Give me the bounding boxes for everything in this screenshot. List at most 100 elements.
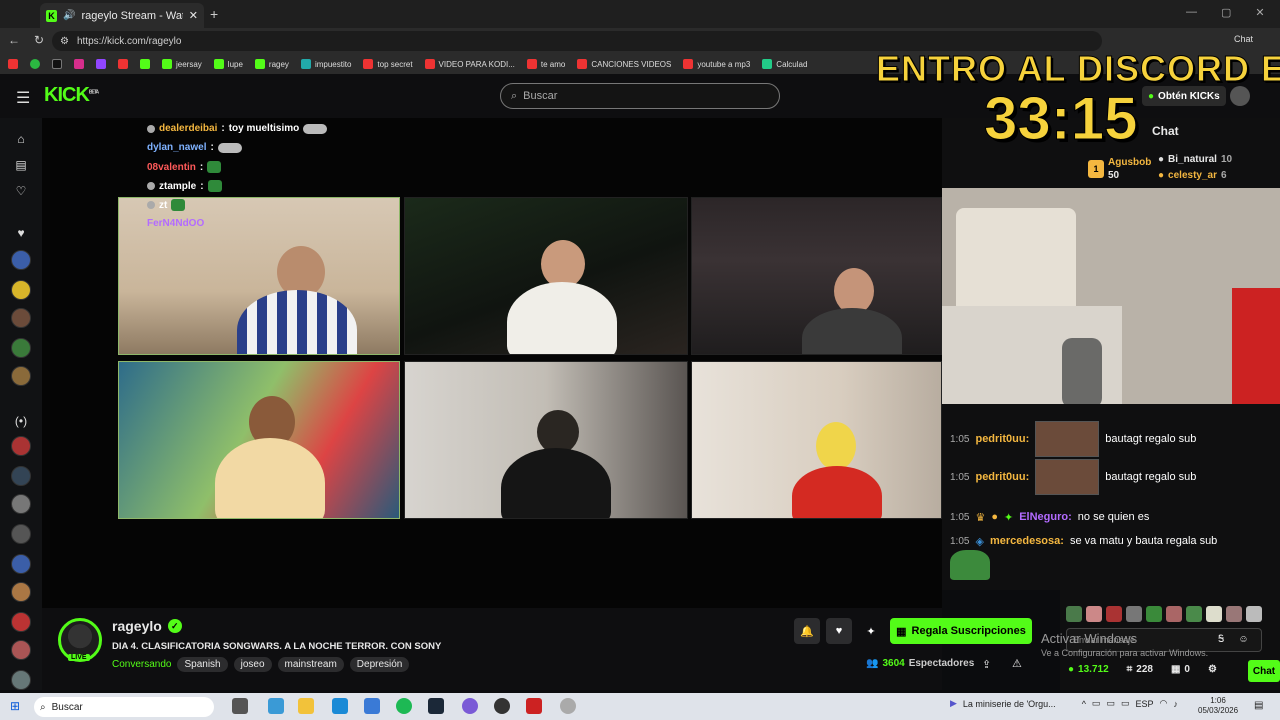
twitch-bookmark-icon[interactable]: [96, 59, 106, 69]
bookmark-item[interactable]: top secret: [363, 59, 413, 69]
edge-copilot-icon[interactable]: [268, 698, 284, 714]
bookmark-item[interactable]: te amo: [526, 59, 565, 69]
gifts-count[interactable]: ▦ 0: [1171, 664, 1190, 675]
emoji-icon[interactable]: ☺: [1238, 634, 1248, 645]
followed-channel-avatar[interactable]: [11, 308, 31, 328]
tray-icon[interactable]: ▭: [1106, 698, 1115, 709]
bookmark-item[interactable]: Calculad: [762, 59, 807, 69]
tag-chip[interactable]: joseo: [233, 657, 272, 672]
kick-logo[interactable]: KICKBETA: [44, 84, 99, 107]
instagram-bookmark-icon[interactable]: [74, 59, 84, 69]
tray-icon[interactable]: ▭: [1121, 698, 1130, 709]
volume-icon[interactable]: ♪: [1173, 699, 1178, 709]
recommended-channel-avatar[interactable]: [11, 494, 31, 514]
nav-buttons[interactable]: ← ↻: [8, 33, 44, 47]
followed-channel-avatar[interactable]: [11, 280, 31, 300]
followed-channel-avatar[interactable]: [11, 250, 31, 270]
notification-bell-icon[interactable]: 🔔: [794, 618, 820, 644]
app-icon[interactable]: [526, 698, 542, 714]
clock[interactable]: 1:06 05/03/2026: [1198, 696, 1238, 716]
category-link[interactable]: Conversando: [112, 659, 171, 670]
menu-icon[interactable]: ☰: [16, 88, 30, 108]
settings-icon[interactable]: ⚙: [1208, 664, 1217, 675]
speaker-icon[interactable]: 🔊: [63, 10, 75, 21]
send-chat-button[interactable]: Chat: [1248, 660, 1280, 682]
top-gifter[interactable]: ● celesty_ar 6: [1158, 170, 1227, 181]
x-bookmark-icon[interactable]: [52, 59, 62, 69]
youtube-bookmark-icon[interactable]: [8, 59, 18, 69]
bookmark-item[interactable]: youtube a mp3: [683, 59, 750, 69]
follow-heart-icon[interactable]: ♥: [826, 618, 852, 644]
back-icon[interactable]: ←: [8, 33, 20, 47]
kick-bookmark-icon[interactable]: [140, 59, 150, 69]
emote-icon[interactable]: [1066, 606, 1082, 622]
recommended-channel-avatar[interactable]: [11, 670, 31, 690]
emote-icon[interactable]: [1146, 606, 1162, 622]
translate-icon[interactable]: Ꭶ: [1218, 634, 1224, 645]
browse-icon[interactable]: ▤: [12, 156, 30, 174]
tray-icon[interactable]: ▭: [1092, 698, 1101, 709]
recommended-channel-avatar[interactable]: [11, 466, 31, 486]
recommended-channel-avatar[interactable]: [11, 612, 31, 632]
recommended-channel-avatar[interactable]: [11, 436, 31, 456]
bookmark-item[interactable]: lupe: [213, 59, 243, 69]
emote-icon[interactable]: [1086, 606, 1102, 622]
emote-icon[interactable]: [1166, 606, 1182, 622]
bookmark-item[interactable]: impuestito: [300, 59, 351, 69]
emote-icon[interactable]: [1246, 606, 1262, 622]
recommended-channel-avatar[interactable]: [11, 640, 31, 660]
edge-icon[interactable]: [332, 698, 348, 714]
browser-tab[interactable]: K 🔊 rageylo Stream - Watch Live o ✕: [40, 3, 204, 28]
recommended-channel-avatar[interactable]: [11, 554, 31, 574]
tag-chip[interactable]: Depresión: [349, 657, 410, 672]
sparkle-icon[interactable]: ✦: [858, 618, 884, 644]
gift-subs-button[interactable]: ▦ Regala Suscripciones: [890, 618, 1032, 644]
following-icon[interactable]: ♡: [12, 182, 30, 200]
reload-icon[interactable]: ↻: [34, 33, 44, 47]
app-icon[interactable]: [462, 698, 478, 714]
bookmark-item[interactable]: jeersay: [162, 59, 202, 69]
spotify-icon[interactable]: [396, 698, 412, 714]
bookmark-item[interactable]: VIDEO PARA KODI...: [424, 59, 515, 69]
report-icon[interactable]: ⚠: [1012, 657, 1022, 670]
followed-channel-avatar[interactable]: [11, 338, 31, 358]
new-tab-icon[interactable]: +: [210, 6, 218, 22]
file-explorer-icon[interactable]: [298, 698, 314, 714]
windows-start-icon[interactable]: ⊞: [10, 699, 20, 713]
share-icon[interactable]: ⇪: [982, 658, 991, 671]
followed-channel-avatar[interactable]: [11, 366, 31, 386]
app-icon[interactable]: [560, 698, 576, 714]
emote-icon[interactable]: [1126, 606, 1142, 622]
bookmark-item[interactable]: CANCIONES VIDEOS: [577, 59, 671, 69]
recommended-channel-avatar[interactable]: [11, 582, 31, 602]
kicks-balance[interactable]: ● 13.712: [1068, 664, 1109, 675]
tab-close-icon[interactable]: ✕: [189, 9, 198, 22]
wifi-icon[interactable]: ◠: [1159, 698, 1167, 709]
search-input[interactable]: ⌕ Buscar: [500, 83, 780, 109]
site-info-icon[interactable]: ⚙: [60, 36, 69, 47]
home-icon[interactable]: ⌂: [12, 130, 30, 148]
whatsapp-bookmark-icon[interactable]: [30, 59, 40, 69]
obs-icon[interactable]: [494, 698, 510, 714]
task-view-icon[interactable]: [232, 698, 248, 714]
tag-chip[interactable]: mainstream: [277, 657, 344, 672]
news-icon[interactable]: ▶: [950, 698, 957, 709]
emote-icon[interactable]: [1106, 606, 1122, 622]
pinterest-bookmark-icon[interactable]: [118, 59, 128, 69]
profile-chat-label[interactable]: Chat: [1234, 34, 1253, 44]
emote-icon[interactable]: [1186, 606, 1202, 622]
bookmark-item[interactable]: ragey: [254, 59, 289, 69]
steam-icon[interactable]: [428, 698, 444, 714]
top-gifter[interactable]: 1 Agusbob 50: [1088, 156, 1151, 182]
subs-count[interactable]: ⌗ 228: [1127, 664, 1153, 675]
top-gifter[interactable]: ● Bi_natural 10: [1158, 154, 1232, 165]
emote-icon[interactable]: [1226, 606, 1242, 622]
edge-dev-icon[interactable]: [364, 698, 380, 714]
taskbar-search[interactable]: ⌕ Buscar: [34, 697, 214, 717]
recommended-channel-avatar[interactable]: [11, 524, 31, 544]
notifications-icon[interactable]: ▤: [1254, 700, 1263, 711]
chevron-up-icon[interactable]: ^: [1082, 699, 1086, 709]
window-controls[interactable]: — ▢ ✕: [1186, 6, 1265, 19]
emote-icon[interactable]: [1206, 606, 1222, 622]
tag-chip[interactable]: Spanish: [177, 657, 228, 672]
